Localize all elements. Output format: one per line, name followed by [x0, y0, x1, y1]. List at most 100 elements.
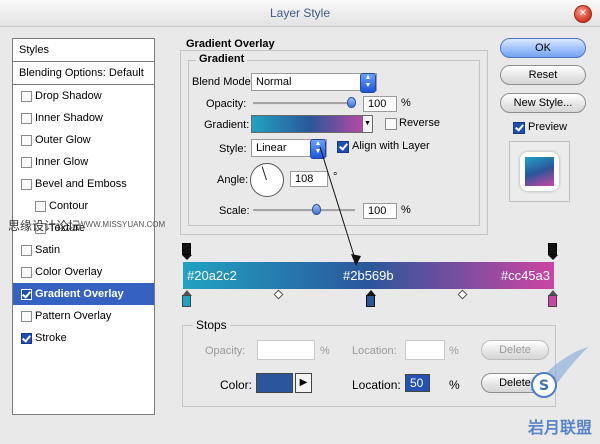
style-item-satin[interactable]: Satin	[13, 239, 154, 261]
style-item-checkbox[interactable]	[35, 201, 46, 212]
opacity-input[interactable]: 100	[363, 96, 397, 112]
style-item-checkbox[interactable]	[21, 333, 32, 344]
blend-mode-select[interactable]: Normal ▲ ▼	[251, 73, 377, 93]
updown-arrows-icon: ▲ ▼	[360, 73, 376, 93]
gradient-color-left: #20a2c2	[187, 268, 237, 283]
gradient-bar[interactable]: #20a2c2 #2b569b #cc45a3	[183, 262, 554, 289]
stop-color-swatch[interactable]	[256, 373, 293, 393]
style-item-checkbox[interactable]	[21, 245, 32, 256]
stop-opacity-label: Opacity:	[205, 345, 246, 357]
watermark-right-text: 岩月联盟	[528, 420, 593, 437]
style-item-checkbox[interactable]	[21, 113, 32, 124]
opacity-slider-thumb[interactable]	[347, 97, 356, 108]
stop-opacity-unit: %	[320, 345, 330, 357]
style-item-label: Contour	[49, 200, 89, 212]
opacity-stop-right[interactable]	[548, 243, 557, 255]
new-style-button[interactable]: New Style...	[500, 93, 586, 113]
style-item-label: Gradient Overlay	[35, 288, 124, 300]
watermark-logo-icon: S	[520, 345, 590, 415]
opacity-stop-left[interactable]	[182, 243, 191, 255]
scale-slider-track[interactable]	[253, 209, 355, 212]
blend-mode-label: Blend Mode:	[192, 76, 254, 88]
scale-label: Scale:	[219, 205, 250, 217]
style-value: Linear	[256, 142, 287, 154]
play-arrow-icon[interactable]: ▶	[295, 373, 312, 393]
angle-label: Angle:	[217, 174, 249, 186]
color-stop-right[interactable]	[548, 295, 557, 307]
style-item-checkbox[interactable]	[21, 135, 32, 146]
opacity-slider-track[interactable]	[253, 102, 355, 105]
style-item-inner-shadow[interactable]: Inner Shadow	[13, 107, 154, 129]
gradient-label: Gradient:	[204, 119, 250, 131]
window-title: Layer Style	[269, 6, 331, 20]
angle-unit: °	[333, 171, 338, 183]
style-item-outer-glow[interactable]: Outer Glow	[13, 129, 154, 151]
opacity-stop-left-pointer	[182, 255, 192, 260]
style-item-inner-glow[interactable]: Inner Glow	[13, 151, 154, 173]
preview-frame	[520, 152, 559, 191]
angle-dial-needle	[261, 166, 267, 181]
align-with-layer-label: Align with Layer	[352, 140, 430, 152]
dropdown-arrow-icon[interactable]: ▼	[362, 115, 373, 133]
style-label: Style:	[219, 143, 247, 155]
style-item-checkbox[interactable]	[21, 179, 32, 190]
reset-button[interactable]: Reset	[500, 65, 586, 85]
stop-location2-input[interactable]: 50	[405, 374, 430, 392]
style-item-contour[interactable]: Contour	[13, 195, 154, 217]
align-with-layer-checkbox[interactable]	[337, 141, 349, 153]
style-item-drop-shadow[interactable]: Drop Shadow	[13, 85, 154, 107]
styles-header[interactable]: Styles	[13, 39, 154, 62]
style-item-pattern-overlay[interactable]: Pattern Overlay	[13, 305, 154, 327]
blending-options-item[interactable]: Blending Options: Default	[13, 62, 154, 85]
stops-title: Stops	[193, 318, 230, 332]
style-item-gradient-overlay[interactable]: Gradient Overlay	[13, 283, 154, 305]
watermark-left-url: WWW.MISSYUAN.COM	[78, 220, 166, 229]
style-item-label: Inner Glow	[35, 156, 89, 168]
angle-input[interactable]: 108	[290, 171, 328, 187]
stop-color-label: Color:	[220, 378, 253, 392]
opacity-stop-right-pointer	[548, 255, 558, 260]
stop-location-input[interactable]	[405, 340, 445, 360]
style-item-label: Bevel and Emboss	[35, 178, 127, 190]
preview-gradient-swatch	[525, 157, 554, 186]
scale-unit: %	[401, 204, 411, 216]
gradient-picker[interactable]	[251, 115, 371, 133]
blend-mode-value: Normal	[256, 76, 292, 88]
style-item-checkbox[interactable]	[21, 311, 32, 322]
stop-location2-label: Location:	[352, 378, 401, 392]
scale-input[interactable]: 100	[363, 203, 397, 219]
style-item-stroke[interactable]: Stroke	[13, 327, 154, 349]
midpoint-diamond-right[interactable]	[457, 289, 468, 300]
gradient-group-title: Gradient	[196, 53, 248, 65]
title-bar: Layer Style ✕	[0, 0, 600, 27]
scale-slider-thumb[interactable]	[312, 204, 321, 215]
style-item-checkbox[interactable]	[21, 91, 32, 102]
style-select[interactable]: Linear ▲ ▼	[251, 139, 327, 159]
color-stop-mid[interactable]	[366, 295, 375, 307]
style-item-label: Inner Shadow	[35, 112, 103, 124]
preview-checkbox[interactable]	[513, 122, 525, 134]
opacity-unit: %	[401, 97, 411, 109]
reverse-checkbox[interactable]	[385, 118, 397, 130]
ok-button[interactable]: OK	[500, 38, 586, 58]
style-item-label: Satin	[35, 244, 61, 256]
midpoint-diamond-left[interactable]	[273, 289, 284, 300]
svg-text:S: S	[539, 378, 549, 394]
gradient-color-right: #cc45a3	[500, 268, 550, 283]
close-icon[interactable]: ✕	[574, 5, 592, 23]
stop-opacity-input[interactable]	[257, 340, 315, 360]
style-item-checkbox[interactable]	[21, 289, 32, 300]
stops-group	[182, 325, 556, 407]
stop-location2-unit: %	[449, 378, 460, 392]
color-stop-left[interactable]	[182, 295, 191, 307]
style-item-checkbox[interactable]	[21, 267, 32, 278]
stop-location-unit: %	[449, 345, 459, 357]
gradient-color-mid: #2b569b	[343, 268, 394, 283]
style-item-label: Stroke	[35, 332, 67, 344]
style-item-checkbox[interactable]	[21, 157, 32, 168]
style-item-color-overlay[interactable]: Color Overlay	[13, 261, 154, 283]
watermark-left-text: 思缘设计论坛	[8, 219, 81, 233]
angle-dial[interactable]	[250, 163, 284, 197]
reverse-label: Reverse	[399, 117, 440, 129]
style-item-bevel-and-emboss[interactable]: Bevel and Emboss	[13, 173, 154, 195]
